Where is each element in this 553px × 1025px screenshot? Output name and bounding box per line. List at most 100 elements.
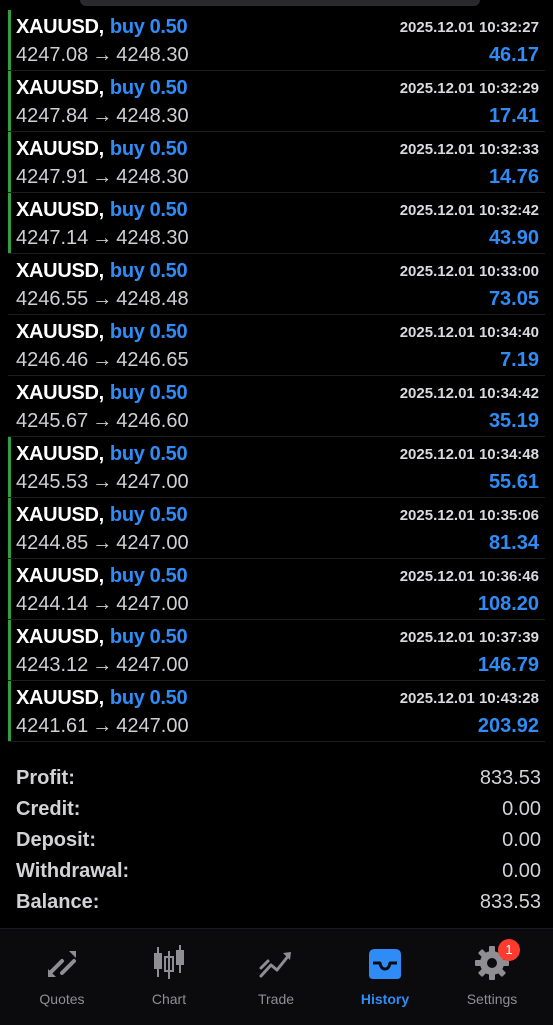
trade-prices: 4247.91 → 4248.30 <box>16 166 189 189</box>
trade-prices: 4244.14 → 4247.00 <box>16 593 189 616</box>
symbol-separator: , <box>98 443 105 465</box>
trade-profit: 55.61 <box>488 471 539 493</box>
summary-value-credit: 0.00 <box>502 798 541 820</box>
trade-symbol: XAUUSD <box>16 443 99 465</box>
trade-symbol: XAUUSD <box>16 199 99 221</box>
scroll-edge-indicator <box>80 0 480 6</box>
arrow-right-icon: → <box>92 532 113 554</box>
trade-symbol-line: XAUUSD, buy 0.50 <box>16 504 188 527</box>
summary-value-profit: 833.53 <box>479 767 541 789</box>
trade-side: buy <box>109 199 145 221</box>
trade-row[interactable]: XAUUSD, buy 0.50 2025.12.01 10:36:46 4244.14… <box>8 559 545 620</box>
tab-settings-label: Settings <box>466 991 518 1007</box>
position-marker <box>8 620 11 680</box>
symbol-separator: , <box>98 199 105 221</box>
trade-side: buy <box>109 504 145 526</box>
open-price: 4247.14 <box>16 227 89 249</box>
close-price: 4246.65 <box>116 349 189 371</box>
close-price: 4247.00 <box>116 593 189 615</box>
trade-lots: 0.50 <box>149 565 188 587</box>
open-price: 4243.12 <box>16 654 89 676</box>
trade-symbol-line: XAUUSD, buy 0.50 <box>16 687 188 710</box>
history-list[interactable]: XAUUSD, buy 0.50 2025.12.01 10:32:27 4247.08… <box>0 10 553 742</box>
trade-symbol-line: XAUUSD, buy 0.50 <box>16 626 188 649</box>
trade-prices: 4247.14 → 4248.30 <box>16 227 189 250</box>
summary-value-balance: 833.53 <box>479 891 541 913</box>
trade-time: 2025.12.01 10:33:00 <box>399 263 539 280</box>
trade-symbol: XAUUSD <box>16 260 99 282</box>
trade-row[interactable]: XAUUSD, buy 0.50 2025.12.01 10:34:40 4246.46… <box>8 315 545 376</box>
trade-lots: 0.50 <box>149 260 188 282</box>
trade-prices: 4241.61 → 4247.00 <box>16 715 189 738</box>
open-price: 4245.53 <box>16 471 89 493</box>
symbol-separator: , <box>98 16 105 38</box>
trade-row[interactable]: XAUUSD, buy 0.50 2025.12.01 10:32:29 4247.84… <box>8 71 545 132</box>
close-price: 4246.60 <box>116 410 189 432</box>
trade-profit: 146.79 <box>477 654 539 676</box>
tab-settings[interactable]: 1 Settings <box>437 939 547 1013</box>
trade-lots: 0.50 <box>149 443 188 465</box>
trade-row[interactable]: XAUUSD, buy 0.50 2025.12.01 10:32:27 4247.08… <box>8 10 545 71</box>
trade-row[interactable]: XAUUSD, buy 0.50 2025.12.01 10:32:42 4247.14… <box>8 193 545 254</box>
trade-profit: 81.34 <box>488 532 539 554</box>
trade-row[interactable]: XAUUSD, buy 0.50 2025.12.01 10:33:00 4246.55… <box>8 254 545 315</box>
trade-side: buy <box>109 687 145 709</box>
trade-profit: 14.76 <box>488 166 539 188</box>
trade-symbol: XAUUSD <box>16 138 99 160</box>
tab-quotes[interactable]: Quotes <box>7 943 117 1013</box>
arrow-right-icon: → <box>92 471 113 493</box>
symbol-separator: , <box>98 382 105 404</box>
arrow-right-icon: → <box>92 166 113 188</box>
trade-profit: 73.05 <box>488 288 539 310</box>
tab-trade[interactable]: Trade <box>221 943 331 1013</box>
trade-lots: 0.50 <box>149 16 188 38</box>
close-price: 4248.30 <box>116 44 189 66</box>
position-marker <box>8 559 11 619</box>
trade-row[interactable]: XAUUSD, buy 0.50 2025.12.01 10:32:33 4247.91… <box>8 132 545 193</box>
arrow-right-icon: → <box>92 410 113 432</box>
arrow-right-icon: → <box>92 105 113 127</box>
trade-symbol: XAUUSD <box>16 687 99 709</box>
close-price: 4247.00 <box>116 715 189 737</box>
position-marker <box>8 681 11 741</box>
trade-prices: 4243.12 → 4247.00 <box>16 654 189 677</box>
position-marker <box>8 71 11 131</box>
trade-row[interactable]: XAUUSD, buy 0.50 2025.12.01 10:43:28 4241.61… <box>8 681 545 742</box>
trade-row[interactable]: XAUUSD, buy 0.50 2025.12.01 10:34:42 4245.67… <box>8 376 545 437</box>
trade-symbol: XAUUSD <box>16 77 99 99</box>
tab-history[interactable]: History <box>330 943 440 1013</box>
trade-row[interactable]: XAUUSD, buy 0.50 2025.12.01 10:34:48 4245.53… <box>8 437 545 498</box>
position-marker <box>8 376 11 436</box>
account-summary: Profit: 833.53 Credit: 0.00 Deposit: 0.0… <box>8 765 545 920</box>
tab-chart[interactable]: Chart <box>114 943 224 1013</box>
trade-lots: 0.50 <box>149 687 188 709</box>
trade-symbol-line: XAUUSD, buy 0.50 <box>16 199 188 222</box>
trade-time: 2025.12.01 10:34:42 <box>399 385 539 402</box>
trade-time: 2025.12.01 10:32:29 <box>399 80 539 97</box>
arrow-right-icon: → <box>92 44 113 66</box>
open-price: 4246.55 <box>16 288 89 310</box>
trade-profit: 7.19 <box>500 349 539 371</box>
position-marker <box>8 254 11 314</box>
trade-time: 2025.12.01 10:32:33 <box>399 141 539 158</box>
trade-lots: 0.50 <box>149 626 188 648</box>
symbol-separator: , <box>98 687 105 709</box>
summary-label-credit: Credit: <box>16 798 81 820</box>
position-marker <box>8 10 11 70</box>
trade-lots: 0.50 <box>149 321 188 343</box>
open-price: 4245.67 <box>16 410 89 432</box>
trade-symbol-line: XAUUSD, buy 0.50 <box>16 260 188 283</box>
summary-row-deposit: Deposit: 0.00 <box>8 827 545 858</box>
close-price: 4248.48 <box>116 288 189 310</box>
trade-row[interactable]: XAUUSD, buy 0.50 2025.12.01 10:35:06 4244.85… <box>8 498 545 559</box>
open-price: 4244.14 <box>16 593 89 615</box>
trade-symbol-line: XAUUSD, buy 0.50 <box>16 321 188 344</box>
position-marker <box>8 193 11 253</box>
trade-row[interactable]: XAUUSD, buy 0.50 2025.12.01 10:37:39 4243.12… <box>8 620 545 681</box>
open-price: 4246.46 <box>16 349 89 371</box>
close-price: 4248.30 <box>116 227 189 249</box>
summary-row-profit: Profit: 833.53 <box>8 765 545 796</box>
summary-label-withdrawal: Withdrawal: <box>16 860 130 882</box>
trade-prices: 4247.08 → 4248.30 <box>16 44 189 67</box>
summary-row-withdrawal: Withdrawal: 0.00 <box>8 858 545 889</box>
